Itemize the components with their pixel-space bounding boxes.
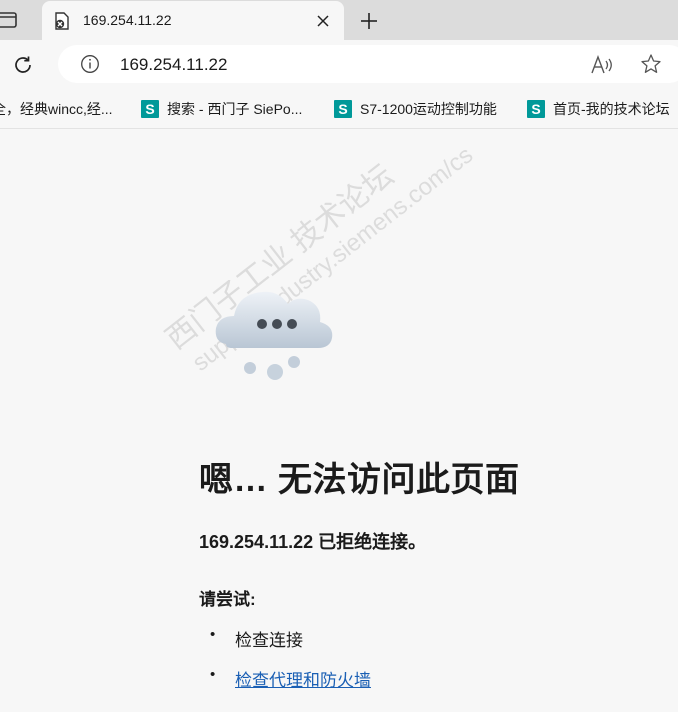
siemens-logo-icon: S	[527, 100, 545, 118]
siemens-logo-icon: S	[141, 100, 159, 118]
bookmark-item[interactable]: S 搜索 - 西门子 SiePo...	[141, 99, 302, 119]
url-text[interactable]: 169.254.11.22	[120, 55, 227, 75]
suggestion-item: 检查连接	[199, 626, 371, 666]
error-heading: 嗯… 无法访问此页面	[199, 461, 520, 499]
plus-icon	[361, 13, 377, 29]
address-bar[interactable]: 169.254.11.22	[58, 45, 678, 83]
bookmark-item[interactable]: S 首页-我的技术论坛	[527, 99, 670, 119]
tab-actions-icon	[0, 12, 17, 28]
tab-title: 169.254.11.22	[83, 12, 172, 28]
refresh-button[interactable]	[10, 52, 36, 78]
suggestion-text: 检查连接	[235, 631, 303, 650]
bookmark-item[interactable]: S S7-1200运动控制功能	[334, 99, 497, 119]
broken-page-icon	[55, 12, 69, 30]
cloud-icon	[215, 291, 333, 380]
new-tab-button[interactable]	[356, 8, 382, 34]
read-aloud-icon[interactable]	[590, 54, 614, 76]
tab-strip: 169.254.11.22	[0, 0, 678, 40]
bookmark-label: 搜索 - 西门子 SiePo...	[167, 101, 303, 117]
error-message: 169.254.11.22 已拒绝连接。	[199, 532, 427, 552]
star-icon[interactable]	[640, 53, 662, 75]
bookmark-label: 全，经典wincc,经...	[0, 101, 113, 117]
suggestion-link[interactable]: 检查代理和防火墙	[235, 671, 371, 690]
siemens-logo-icon: S	[334, 100, 352, 118]
bookmark-label: S7-1200运动控制功能	[360, 101, 497, 117]
close-icon	[317, 15, 329, 27]
bookmarks-bar: 全，经典wincc,经... S 搜索 - 西门子 SiePo... S S7-…	[0, 90, 678, 129]
try-label: 请尝试:	[199, 590, 256, 609]
tab-actions-button[interactable]	[0, 8, 24, 32]
suggestion-item: 检查代理和防火墙	[199, 666, 371, 706]
suggestions-list: 检查连接 检查代理和防火墙	[199, 626, 371, 706]
tab-close-button[interactable]	[312, 10, 334, 32]
refresh-icon	[15, 56, 31, 73]
toolbar: 169.254.11.22	[0, 40, 678, 90]
bookmark-item[interactable]: 全，经典wincc,经...	[0, 99, 113, 119]
bookmark-label: 首页-我的技术论坛	[553, 101, 670, 117]
active-tab[interactable]: 169.254.11.22	[42, 1, 344, 40]
info-icon[interactable]	[80, 54, 100, 74]
